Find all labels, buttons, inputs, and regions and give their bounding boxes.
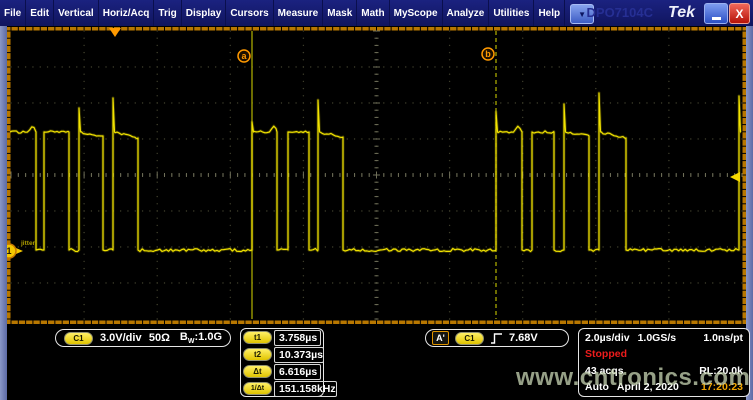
menu-myscope[interactable]: MyScope bbox=[390, 0, 443, 26]
menu-trig[interactable]: Trig bbox=[154, 0, 181, 26]
menu-mask[interactable]: Mask bbox=[323, 0, 357, 26]
watermark: www.cntronics.com bbox=[516, 364, 750, 392]
t2-value: 10.373µs bbox=[274, 347, 324, 363]
channel-scale: 3.0V/div bbox=[100, 332, 142, 344]
menu-horiz-acq[interactable]: Horiz/Acq bbox=[99, 0, 155, 26]
inv-dt-badge: 1/Δt bbox=[243, 382, 272, 395]
trigger-channel-badge: C1 bbox=[455, 332, 484, 345]
channel-badge: C1 bbox=[64, 332, 93, 345]
t2-badge: t2 bbox=[243, 348, 272, 361]
menu-bar: File Edit Vertical Horiz/Acq Trig Displa… bbox=[0, 0, 753, 26]
trigger-readout[interactable]: A' C1 7.68V bbox=[425, 329, 569, 347]
menu-edit[interactable]: Edit bbox=[26, 0, 54, 26]
sample-rate: 1.0GS/s bbox=[638, 332, 677, 344]
tek-logo: Tek bbox=[668, 4, 695, 22]
oscilloscope-window: File Edit Vertical Horiz/Acq Trig Displa… bbox=[0, 0, 753, 400]
menu-file[interactable]: File bbox=[0, 0, 26, 26]
menu-help[interactable]: Help bbox=[534, 0, 565, 26]
cursor-row-freq: 1/Δt 151.158kHz bbox=[241, 380, 323, 397]
status-badge: Stopped bbox=[585, 348, 627, 360]
cursor-row-t1: t1 3.758µs bbox=[241, 329, 323, 346]
timebase-row: 2.0µs/div 1.0GS/s 1.0ns/pt bbox=[585, 332, 743, 344]
cursor-row-dt: Δt 6.616µs bbox=[241, 363, 323, 380]
trace-label: jitter bbox=[20, 240, 36, 247]
t1-badge: t1 bbox=[243, 331, 272, 344]
scope-display: ab1jitter bbox=[7, 27, 746, 324]
window-edge-left bbox=[0, 26, 7, 400]
menu-display[interactable]: Display bbox=[182, 0, 227, 26]
channel1-marker: 1 bbox=[7, 246, 12, 256]
cursor-b-label: b bbox=[485, 49, 491, 59]
minimize-button[interactable] bbox=[704, 3, 728, 24]
chevron-down-icon: ▼ bbox=[578, 10, 586, 19]
t1-value: 3.758µs bbox=[274, 330, 321, 346]
trigger-level: 7.68V bbox=[509, 332, 538, 344]
channel-impedance: 50Ω bbox=[149, 332, 170, 344]
menu-utilities[interactable]: Utilities bbox=[489, 0, 534, 26]
menu-cursors[interactable]: Cursors bbox=[226, 0, 273, 26]
model-label: DPO7104C bbox=[587, 5, 653, 20]
menu-analyze[interactable]: Analyze bbox=[443, 0, 490, 26]
sample-resolution: 1.0ns/pt bbox=[703, 332, 743, 344]
minimize-icon bbox=[712, 17, 721, 20]
timebase-scale: 2.0µs/div bbox=[585, 332, 630, 344]
dt-value: 6.616µs bbox=[274, 364, 321, 380]
cursor-row-t2: t2 10.373µs bbox=[241, 346, 323, 363]
inv-dt-value: 151.158kHz bbox=[274, 381, 337, 397]
acq-status-row: Stopped bbox=[585, 348, 743, 360]
menu-measure[interactable]: Measure bbox=[274, 0, 324, 26]
menu-math[interactable]: Math bbox=[357, 0, 389, 26]
close-button[interactable]: X bbox=[729, 3, 750, 24]
rising-edge-icon bbox=[490, 332, 503, 345]
dt-badge: Δt bbox=[243, 365, 272, 378]
channel-bandwidth: BW:1.0G bbox=[180, 331, 222, 345]
channel-readout[interactable]: C1 3.0V/div 50Ω BW:1.0G bbox=[55, 329, 231, 347]
cursor-readout[interactable]: t1 3.758µs t2 10.373µs Δt 6.616µs 1/Δt 1… bbox=[240, 328, 324, 397]
trigger-source-badge: A' bbox=[432, 331, 449, 345]
menu-vertical[interactable]: Vertical bbox=[54, 0, 99, 26]
